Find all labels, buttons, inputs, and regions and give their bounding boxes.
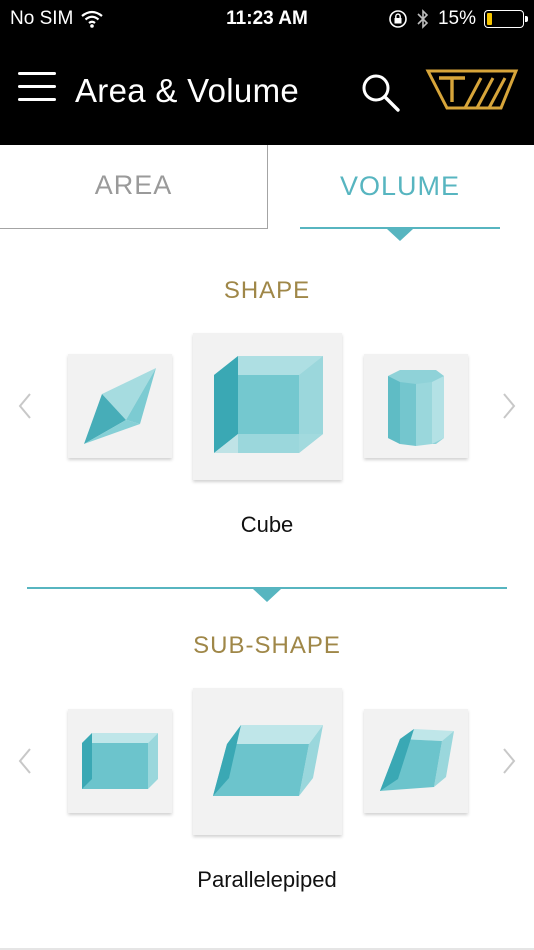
- subshape-section-title: SUB-SHAPE: [193, 632, 341, 659]
- status-bar: No SIM 11:23 AM 15%: [0, 0, 534, 38]
- subshape-option-parallelepiped[interactable]: [193, 688, 342, 835]
- prism-icon: [388, 370, 444, 446]
- battery-percent: 15%: [437, 8, 476, 29]
- shape-next-chevron-right-icon[interactable]: [494, 386, 524, 426]
- divider-indicator: [253, 589, 281, 602]
- page-title: Area & Volume: [75, 72, 300, 109]
- parallelepiped-icon: [213, 725, 323, 796]
- octahedron-icon: [84, 368, 156, 444]
- status-right: 15%: [388, 8, 528, 30]
- shape-option-prism[interactable]: [364, 354, 468, 458]
- tab-bar: AREA VOLUME: [0, 145, 534, 245]
- subshape-option-cuboid[interactable]: [68, 709, 172, 813]
- shape-option-cube[interactable]: [193, 333, 342, 480]
- tab-volume[interactable]: VOLUME: [300, 145, 500, 229]
- selected-subshape-label: Parallelepiped: [197, 867, 337, 892]
- shape-option-octahedron[interactable]: [68, 354, 172, 458]
- rhombohedron-icon: [380, 729, 454, 791]
- subshape-option-rhombohedron[interactable]: [364, 709, 468, 813]
- brand-logo[interactable]: [425, 68, 519, 112]
- search-icon[interactable]: [358, 70, 402, 114]
- active-tab-indicator: [387, 229, 413, 241]
- app-bar: Area & Volume: [0, 38, 534, 145]
- selected-shape-label: Cube: [240, 512, 294, 537]
- subshape-prev-chevron-left-icon[interactable]: [10, 741, 40, 781]
- battery-level: [487, 13, 493, 25]
- battery-icon: [484, 10, 528, 28]
- shape-section-title: SHAPE: [223, 277, 311, 304]
- cube-icon: [214, 356, 323, 453]
- orientation-lock-icon: [389, 10, 407, 28]
- subshape-next-chevron-right-icon[interactable]: [494, 741, 524, 781]
- cuboid-icon: [82, 733, 158, 789]
- bluetooth-icon: [417, 9, 429, 29]
- shape-prev-chevron-left-icon[interactable]: [10, 386, 40, 426]
- tab-area[interactable]: AREA: [0, 145, 268, 229]
- hamburger-menu-icon[interactable]: [18, 72, 58, 106]
